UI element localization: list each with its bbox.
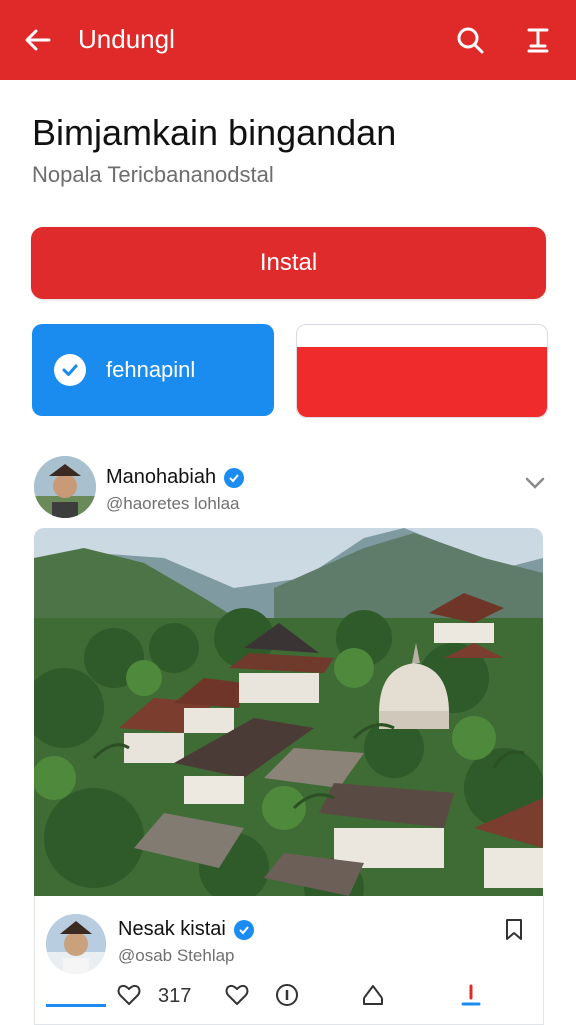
- download-icon[interactable]: [520, 22, 556, 58]
- share-icon[interactable]: [358, 980, 388, 1010]
- heart-icon[interactable]: [222, 980, 252, 1010]
- post-author[interactable]: Manohabiah: [106, 466, 245, 489]
- red-card-fill: [297, 347, 547, 417]
- verified-badge-icon: [233, 919, 254, 940]
- red-action-card[interactable]: [296, 324, 548, 418]
- install-button[interactable]: Instal: [31, 227, 546, 299]
- secondary-button[interactable]: fehnapinl: [32, 324, 274, 416]
- avatar[interactable]: [34, 456, 96, 518]
- back-arrow-icon[interactable]: [20, 22, 56, 58]
- comment-author-handle: @osab Stehlap: [118, 946, 235, 965]
- progress-indicator: [46, 1004, 106, 1007]
- post-author-name: Manohabiah: [106, 466, 217, 488]
- chevron-down-icon[interactable]: [522, 470, 548, 496]
- search-icon[interactable]: [452, 22, 488, 58]
- location-pin-icon[interactable]: [456, 980, 486, 1010]
- app-subtitle: Nopala Tericbananodstal: [32, 162, 274, 187]
- comment-icon[interactable]: [114, 980, 144, 1010]
- post-author-handle: @haoretes lohlaa: [106, 494, 240, 513]
- verified-badge-icon: [224, 467, 245, 488]
- info-icon[interactable]: [272, 980, 302, 1010]
- avatar[interactable]: [46, 914, 106, 974]
- page-title: Undungl: [78, 24, 175, 54]
- comment-author[interactable]: Nesak kistai: [118, 918, 254, 941]
- app-title: Bimjamkain bingandan: [32, 112, 397, 153]
- bookmark-icon[interactable]: [500, 916, 528, 944]
- secondary-button-label: fehnapinl: [106, 357, 196, 382]
- check-icon: [54, 354, 86, 386]
- post-image[interactable]: [34, 528, 543, 896]
- top-app-bar: Undungl: [0, 0, 576, 80]
- like-count: 317: [158, 985, 192, 1007]
- comment-author-name: Nesak kistai: [118, 918, 226, 940]
